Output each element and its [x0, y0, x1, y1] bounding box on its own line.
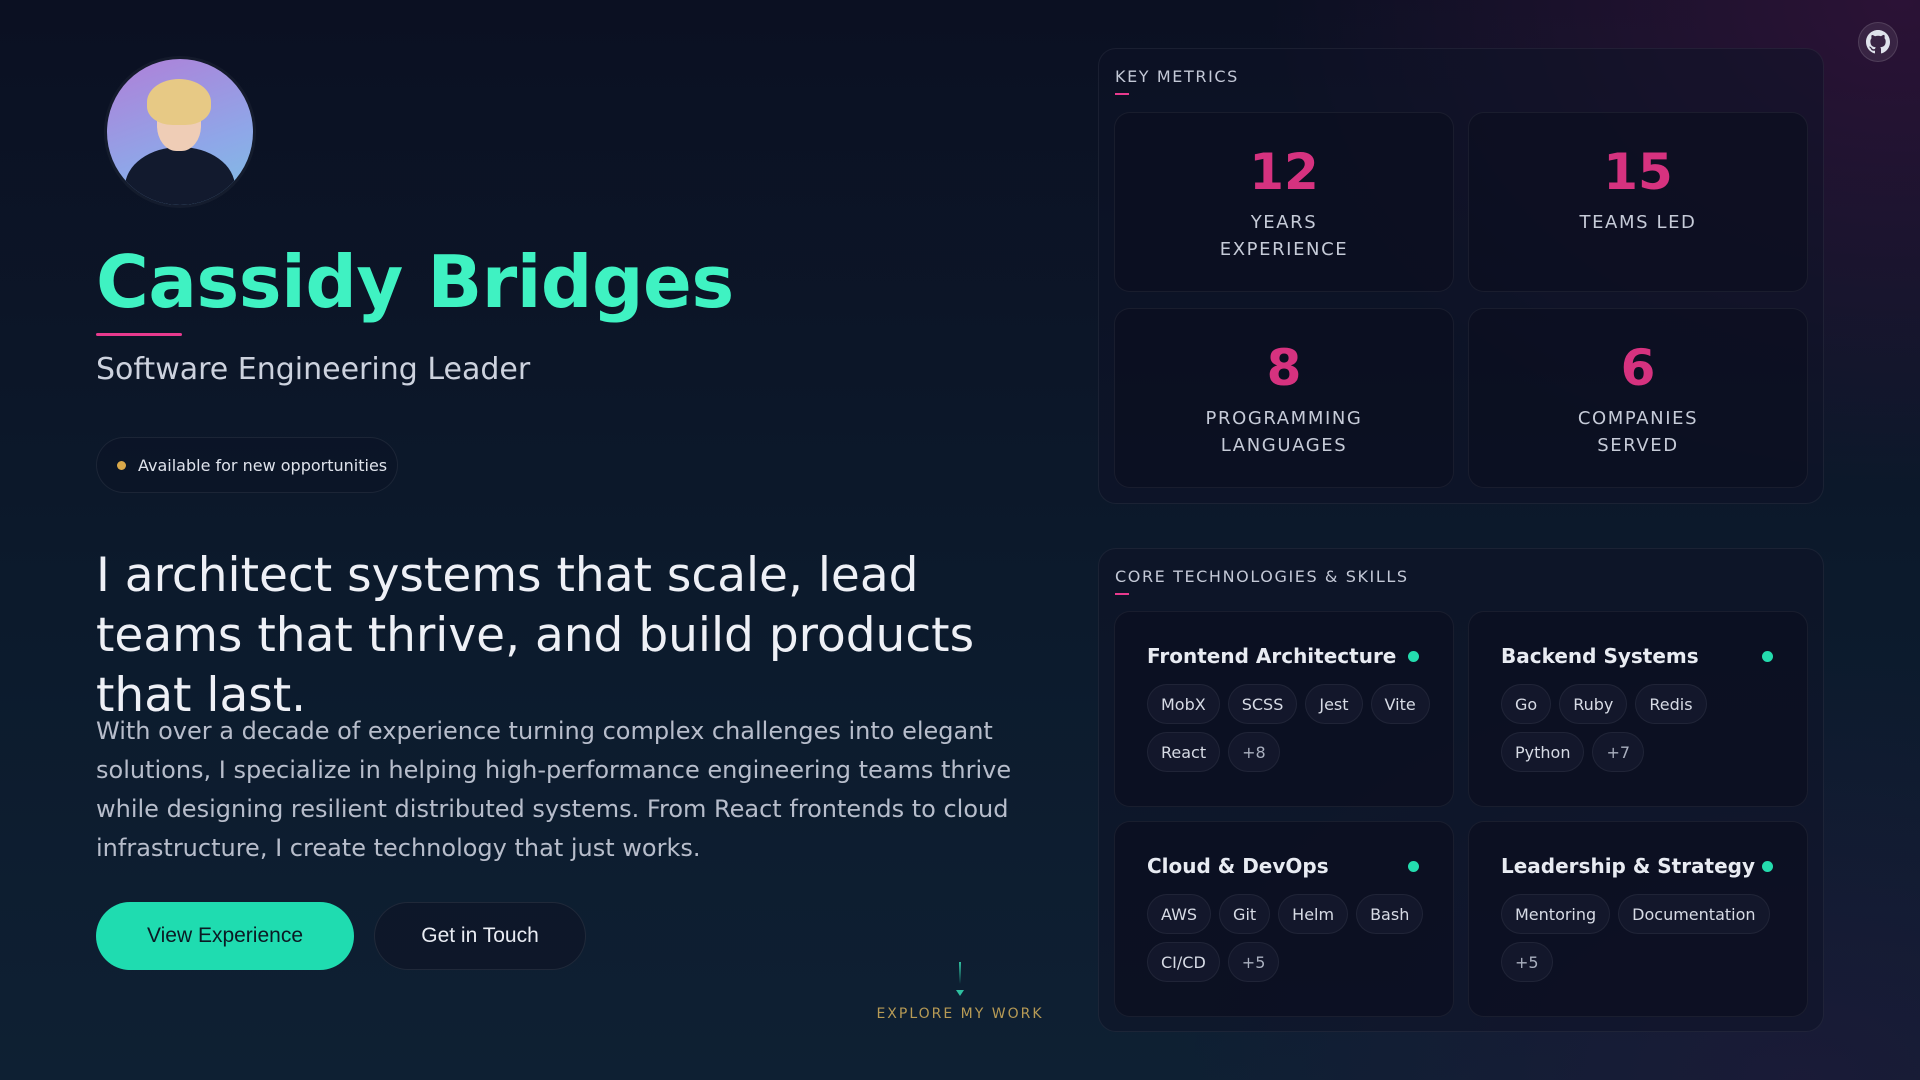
metric-value: 15 — [1603, 143, 1673, 201]
skill-tag: Mentoring — [1501, 894, 1611, 934]
explore-label: EXPLORE MY WORK — [876, 1006, 1044, 1022]
get-in-touch-button[interactable]: Get in Touch — [374, 902, 586, 970]
skill-tag: React — [1147, 732, 1221, 772]
tag-list: Mentoring Documentation +5 — [1501, 894, 1791, 982]
skill-tag: MobX — [1147, 684, 1220, 724]
skill-tag: Git — [1219, 894, 1271, 934]
metric-value: 12 — [1249, 143, 1319, 201]
metric-value: 6 — [1620, 339, 1656, 397]
more-tags-badge[interactable]: +8 — [1228, 732, 1280, 772]
status-badge: Available for new opportunities — [96, 437, 398, 493]
title-accent-bar — [1115, 93, 1129, 95]
github-icon[interactable] — [1858, 22, 1898, 62]
skill-card-cloud-devops: Cloud & DevOps AWS Git Helm Bash CI/CD +… — [1114, 821, 1454, 1017]
headline: I architect systems that scale, lead tea… — [96, 548, 975, 723]
skill-card-backend: Backend Systems Go Ruby Redis Python +7 — [1468, 611, 1808, 807]
name-underline — [96, 333, 182, 336]
github-icon-glyph — [1866, 30, 1890, 54]
arrow-down-icon — [956, 990, 964, 996]
avatar-image — [107, 59, 253, 205]
key-metrics-panel: KEY METRICS 12 YEARS EXPERIENCE 15 TEAMS… — [1098, 48, 1824, 504]
status-text: Available for new opportunities — [138, 455, 388, 475]
skill-tag: Helm — [1278, 894, 1349, 934]
key-metrics-title: KEY METRICS — [1115, 67, 1239, 86]
tag-list: Go Ruby Redis Python +7 — [1501, 684, 1791, 772]
skill-card-leadership: Leadership & Strategy Mentoring Document… — [1468, 821, 1808, 1017]
status-dot-icon — [117, 460, 126, 470]
skills-title: CORE TECHNOLOGIES & SKILLS — [1115, 567, 1409, 586]
skill-card-title: Cloud & DevOps — [1147, 854, 1329, 878]
skill-tag: Jest — [1305, 684, 1363, 724]
metric-label: TEAMS LED — [1579, 212, 1697, 233]
skill-tag: Redis — [1635, 684, 1707, 724]
skill-tag: Go — [1501, 684, 1552, 724]
tag-list: MobX SCSS Jest Vite React +8 — [1147, 684, 1437, 772]
skill-tag: Documentation — [1618, 894, 1770, 934]
metric-label: PROGRAMMING LANGUAGES — [1205, 408, 1363, 456]
skill-tag: Ruby — [1559, 684, 1628, 724]
avatar — [104, 56, 256, 208]
skill-card-frontend: Frontend Architecture MobX SCSS Jest Vit… — [1114, 611, 1454, 807]
skill-tag: Python — [1501, 732, 1585, 772]
status-dot-icon — [1762, 861, 1773, 872]
skill-tag: Vite — [1370, 684, 1430, 724]
metric-card: 6 COMPANIES SERVED — [1468, 308, 1808, 488]
skill-tag: AWS — [1147, 894, 1212, 934]
skill-card-title: Leadership & Strategy — [1501, 854, 1756, 878]
skill-tag: SCSS — [1227, 684, 1298, 724]
metric-card: 15 TEAMS LED — [1468, 112, 1808, 292]
metric-label: YEARS EXPERIENCE — [1219, 212, 1349, 260]
skill-tag: CI/CD — [1147, 942, 1220, 982]
status-dot-icon — [1408, 861, 1419, 872]
view-experience-button[interactable]: View Experience — [96, 902, 354, 970]
metric-card: 12 YEARS EXPERIENCE — [1114, 112, 1454, 292]
status-dot-icon — [1762, 651, 1773, 662]
metric-card: 8 PROGRAMMING LANGUAGES — [1114, 308, 1454, 488]
scroll-line-icon — [959, 962, 961, 984]
metric-value: 8 — [1266, 339, 1302, 397]
status-dot-icon — [1408, 651, 1419, 662]
bio: With over a decade of experience turning… — [96, 717, 1012, 862]
profile-name: Cassidy Bridges — [96, 240, 734, 324]
skill-card-title: Frontend Architecture — [1147, 644, 1397, 668]
profile-role: Software Engineering Leader — [96, 352, 531, 387]
skill-card-title: Backend Systems — [1501, 644, 1699, 668]
skill-tag: Bash — [1356, 894, 1424, 934]
more-tags-badge[interactable]: +5 — [1501, 942, 1553, 982]
title-accent-bar — [1115, 593, 1129, 595]
more-tags-badge[interactable]: +5 — [1227, 942, 1280, 982]
metric-label: COMPANIES SERVED — [1577, 408, 1699, 456]
skills-panel: CORE TECHNOLOGIES & SKILLS Frontend Arch… — [1098, 548, 1824, 1032]
more-tags-badge[interactable]: +7 — [1592, 732, 1645, 772]
tag-list: AWS Git Helm Bash CI/CD +5 — [1147, 894, 1437, 982]
explore-my-work-link[interactable]: EXPLORE MY WORK — [860, 962, 1060, 1022]
